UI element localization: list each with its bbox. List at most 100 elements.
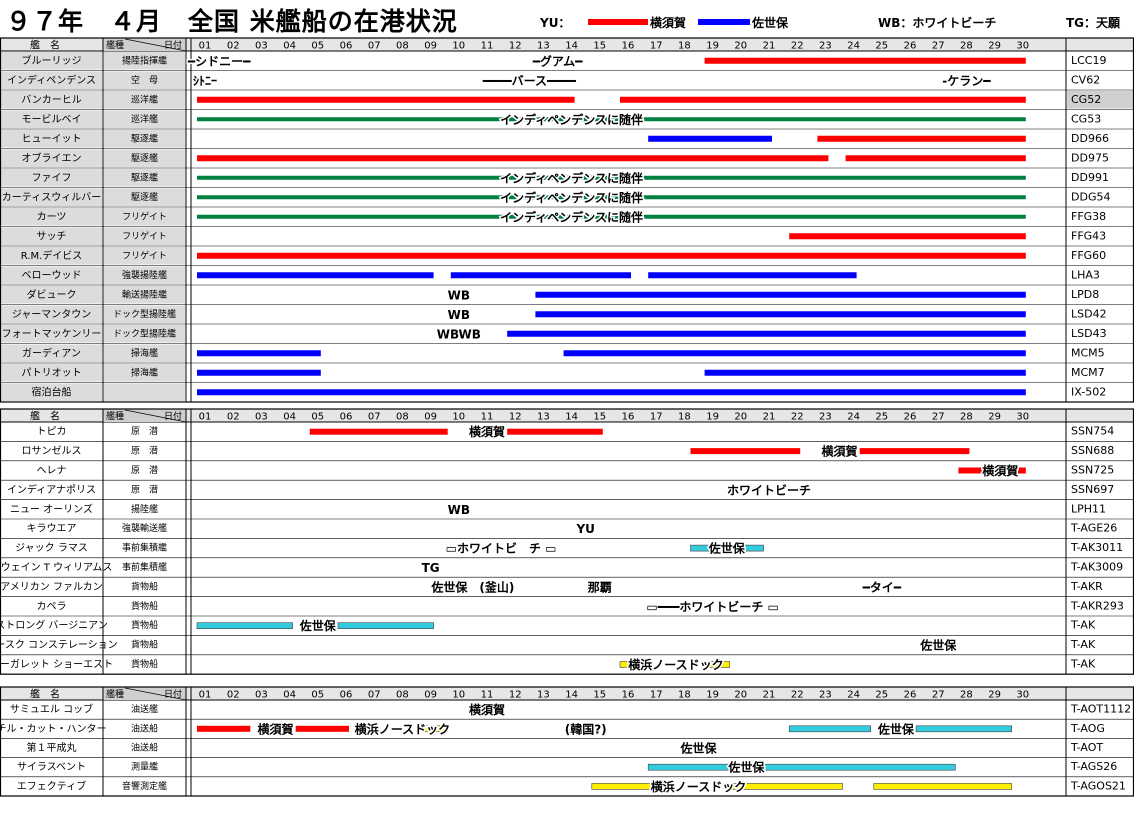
ship-name-label: トピカ [37,426,67,438]
day-tick-label: 15 [593,690,606,701]
annotation-label: 佐世保 (釜山) [430,579,514,594]
day-tick-label: 06 [340,41,353,52]
day-tick-label: 14 [565,412,578,423]
day-tick-label: 03 [255,690,268,701]
type-column-header: 艦種 [106,39,124,51]
annotation-label: ━シドニー━ [187,54,251,68]
day-tick-label: 04 [283,41,296,52]
day-tick-label: 14 [565,41,578,52]
day-tick-label: 30 [1016,412,1029,423]
day-tick-label: 20 [734,690,747,701]
ship-name-label: ガーディアン [22,346,81,359]
day-tick-label: 05 [311,41,324,52]
day-tick-label: 02 [227,412,240,423]
hull-number-label: T-AGOS21 [1070,779,1126,792]
ship-name-label: 宿泊台船 [32,385,72,398]
ship-type-label: ドック型揚陸艦 [113,308,176,320]
day-tick-label: 26 [904,412,917,423]
day-tick-label: 12 [509,41,522,52]
day-tick-label: 24 [847,690,860,701]
day-tick-label: 29 [988,412,1001,423]
annotation-label: 横須賀 [257,721,293,736]
ship-name-label: サイラスベント [17,761,86,773]
ship-type-label: 原 潜 [131,425,158,437]
ship-name-label: アメリカン ファルカン [0,581,102,593]
day-tick-label: 04 [283,690,296,701]
ship-name-label: ジャック ラマス [15,542,88,554]
stay-bar [197,350,321,357]
annotation-label: (韓国?) [565,721,607,736]
day-tick-label: 11 [481,412,494,423]
hull-number-label: IX-502 [1071,385,1106,398]
day-tick-label: 26 [904,690,917,701]
day-tick-label: 17 [650,412,663,423]
day-tick-label: 11 [481,41,494,52]
hull-number-label: FFG43 [1071,229,1106,242]
day-tick-label: 19 [706,690,719,701]
ship-name-label: バンカーヒル [21,94,82,106]
annotation-label: YU [575,522,594,536]
hull-number-label: SSN725 [1071,464,1114,477]
stay-bar [197,725,251,732]
name-column-header: 艦 名 [30,410,60,423]
day-tick-label: 29 [988,690,1001,701]
annotation-label: WB [448,308,470,322]
day-tick-label: 07 [368,412,381,423]
day-tick-label: 13 [537,41,550,52]
stay-bar [760,763,956,771]
stay-bar [197,389,1026,396]
ship-name-label: ブルーリッジ [22,54,82,67]
day-tick-label: 23 [819,41,832,52]
day-tick-label: 15 [593,412,606,423]
stay-bar [197,96,575,103]
day-tick-label: 09 [424,412,437,423]
hull-number-label: CG52 [1071,93,1101,106]
day-tick-label: 08 [396,690,409,701]
ship-name-label: カーティスウィルバー [2,191,101,203]
stay-bar [873,783,1012,790]
hull-number-label: T-AK3011 [1070,541,1123,554]
day-tick-label: 22 [791,690,804,701]
ship-name-label: エフェクティブ [17,779,86,792]
day-tick-label: 19 [706,412,719,423]
hull-number-label: T-AK [1070,619,1096,632]
ship-name-label: モービルベイ [22,113,82,125]
annotation-label: 横須賀 [469,702,505,717]
ship-type-label: 駆逐艦 [131,152,158,164]
day-tick-label: 25 [875,690,888,701]
day-tick-label: 13 [537,690,550,701]
ship-name-label: ジャーマンタウン [12,308,92,320]
annotation-label: インディペンデンスに随伴 [500,190,643,205]
day-tick-label: 05 [311,412,324,423]
type-column-header: 艦種 [106,410,124,422]
day-tick-label: 11 [481,690,494,701]
ship-type-label: 強襲輸送艦 [122,522,167,534]
hull-number-label: T-AGE26 [1070,522,1117,535]
ship-name-label: ロサンゼルス [22,445,82,457]
day-tick-label: 07 [368,41,381,52]
hull-number-label: T-AK [1070,658,1096,671]
stay-bar [591,783,654,790]
ship-name-label: ストロング バージニアン [0,619,108,632]
annotation-label: 佐世保 [919,638,957,653]
day-tick-label: 29 [988,41,1001,52]
hull-number-label: SSN688 [1071,444,1114,457]
hull-number-label: CV62 [1071,73,1100,86]
day-tick-label: 09 [424,690,437,701]
hull-number-label: T-AKR293 [1070,599,1124,612]
ship-type-label: フリゲイト [122,249,167,261]
hull-number-label: MCM5 [1071,346,1105,359]
hull-number-label: LSD43 [1071,327,1107,340]
day-tick-label: 01 [199,41,212,52]
ship-type-label: 油送艦 [131,703,158,715]
stay-bar [197,272,434,279]
day-tick-label: 06 [340,690,353,701]
day-tick-label: 21 [763,412,776,423]
ship-type-label: 事前集積艦 [122,542,167,554]
annotation-label: 佐世保 [708,541,746,556]
day-tick-label: 23 [819,412,832,423]
ship-type-label: 掃海艦 [131,347,158,359]
ship-name-label: インディペンデンス [7,73,96,86]
day-tick-label: 08 [396,41,409,52]
stay-bar [789,233,1026,240]
